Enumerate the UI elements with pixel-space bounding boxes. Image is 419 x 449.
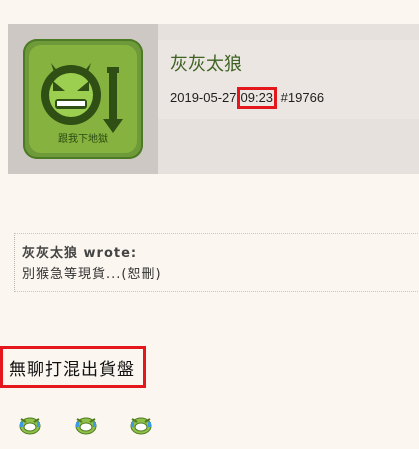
avatar-frame: 跟我下地獄 (8, 24, 158, 174)
post-date: 2019-05-27 (170, 90, 237, 105)
crying-laugh-emoji-icon (75, 417, 97, 435)
avatar-caption: 跟我下地獄 (58, 134, 108, 145)
post-meta: 2019-05-27 09:23 #19766 (170, 87, 324, 109)
quote-block: 灰灰太狼 wrote: 別猴急等現貨...(恕刪) (14, 233, 419, 292)
avatar[interactable]: 跟我下地獄 (23, 39, 143, 159)
username-link[interactable]: 灰灰太狼 (170, 50, 242, 76)
post-meta-box: 灰灰太狼 2019-05-27 09:23 #19766 (158, 40, 419, 119)
post-number-link[interactable]: #19766 (281, 90, 324, 105)
quote-text: 別猴急等現貨...(恕刪) (22, 267, 162, 282)
post-time: 09:23 (236, 87, 278, 109)
crying-laugh-emoji-icon (19, 417, 41, 435)
post-header: 跟我下地獄 灰灰太狼 2019-05-27 09:23 #19766 (8, 24, 419, 174)
avatar-image: 跟我下地獄 (29, 45, 137, 153)
crying-laugh-emoji-icon (130, 417, 152, 435)
post-body-text: 無聊打混出貨盤 (0, 346, 146, 388)
quote-author[interactable]: 灰灰太狼 wrote: (22, 242, 137, 261)
